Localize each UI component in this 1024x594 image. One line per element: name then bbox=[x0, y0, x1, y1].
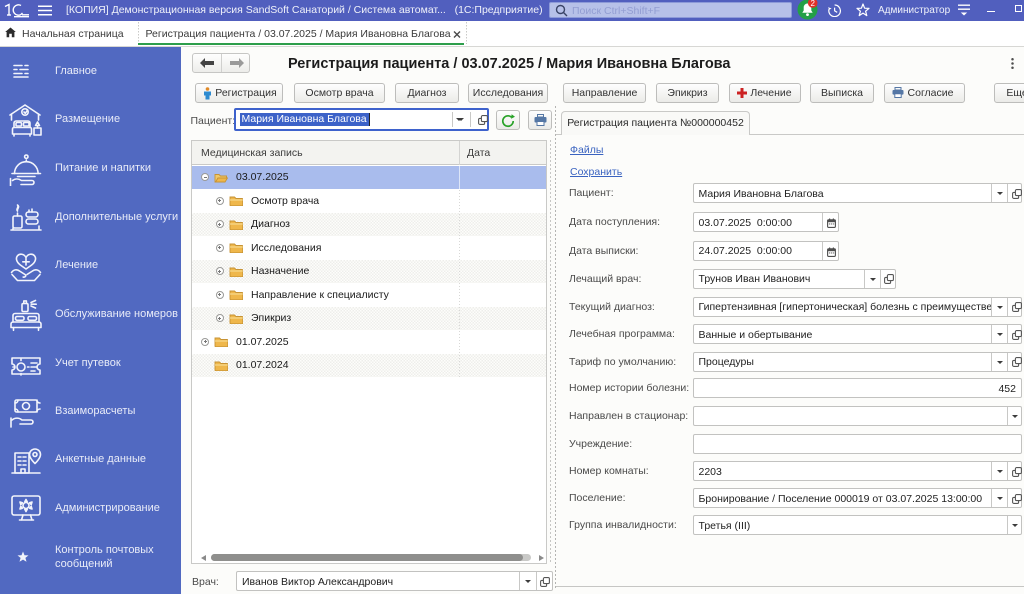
svg-text:2: 2 bbox=[810, 0, 815, 8]
